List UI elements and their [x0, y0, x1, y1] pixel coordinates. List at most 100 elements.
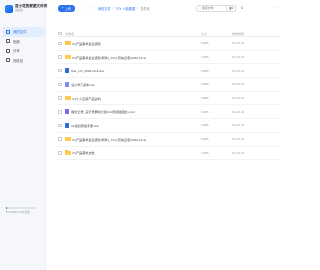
table-row[interactable]: 01产品需求文档 10KB 01-03 16: [58, 147, 280, 161]
table-row[interactable]: 01产品需求会议通知(附件)_XX人员信息表(2016.10.1) 10KB 0…: [58, 51, 280, 65]
sidebar-item-label: 回收站: [13, 58, 24, 63]
file-date: 01-03 16: [232, 96, 245, 101]
zip-icon: [65, 81, 70, 87]
file-size: 10KB: [201, 96, 209, 101]
upload-button[interactable]: + 上传: [58, 5, 75, 12]
column-header-name[interactable]: 文件名: [65, 32, 201, 36]
file-date: 01-03 16: [232, 55, 245, 60]
sidebar-item-label: 相册: [13, 39, 20, 44]
sidebar: 百小花的家庭文件夹 家庭版 我的文件 相册 分享 回收站 52.64GB/2.2…: [0, 0, 47, 270]
table-row[interactable]: 01个人应用产品资料 10KB 01-03 16: [58, 92, 280, 106]
file-date: 01-03 16: [232, 123, 245, 128]
sort-button[interactable]: ⇅: [239, 5, 245, 12]
folder-icon: [65, 95, 71, 101]
file-name[interactable]: 01产品需求会议通知(附件)_XX人员信息表(2016.10.1): [73, 55, 147, 60]
brand: 百小花的家庭文件夹 家庭版: [5, 5, 47, 13]
storage-fill: [6, 207, 7, 209]
file-date: 01-03 16: [232, 82, 245, 87]
file-date: 01-03 16: [232, 150, 245, 155]
folder-icon: [65, 150, 71, 155]
file-size: 10KB: [201, 123, 209, 128]
file-date: 01-03 16: [232, 137, 245, 142]
upload-label: 上传: [64, 6, 72, 11]
word-doc-icon: [65, 122, 70, 129]
brand-logo: [5, 5, 13, 13]
row-checkbox[interactable]: [58, 68, 62, 73]
sidebar-item-label: 我的文件: [13, 30, 27, 35]
file-name[interactable]: 01个人应用产品资料: [73, 96, 101, 101]
breadcrumb: ‹ › 我的文件 / 7XY 人脸数据 / 文件夹: [86, 6, 150, 11]
table-row[interactable]: 01产品需求会议通知 10KB 01-03 16: [58, 37, 280, 51]
file-size: 10KB: [201, 82, 209, 87]
row-checkbox[interactable]: [58, 151, 62, 155]
breadcrumb-item-parent[interactable]: 7XY 人脸数据: [116, 6, 136, 11]
breadcrumb-separator: /: [137, 6, 139, 10]
file-size: 10KB: [201, 137, 209, 142]
sidebar-item-my-files[interactable]: 我的文件: [2, 27, 44, 37]
table-row[interactable]: Kite_UX_2019-10-8.doc 10KB 01-03 16: [58, 64, 280, 79]
view-toggle-button[interactable]: ▦ ▾: [226, 5, 236, 12]
file-date: 01-03 16: [232, 68, 245, 73]
file-size: 10KB: [201, 68, 209, 73]
breadcrumb-item-current: 文件夹: [140, 7, 150, 11]
folder-icon: [6, 29, 10, 34]
file-date: 01-03 16: [232, 41, 245, 46]
file-size: 10KB: [201, 55, 209, 60]
file-name[interactable]: 模仿记录_演示录屏和分镜4×1周经验图文.mp4: [71, 109, 134, 114]
share-icon: [6, 48, 10, 53]
storage-text: 52.64GB/2.2TB 容量: [6, 211, 30, 214]
video-icon: [65, 109, 70, 115]
row-checkbox[interactable]: [58, 96, 62, 100]
row-checkbox[interactable]: [58, 123, 62, 128]
chevron-down-icon: ▾: [231, 6, 234, 11]
file-name[interactable]: 01产品需求会议通知: [73, 41, 101, 46]
word-doc-icon: [65, 68, 70, 74]
row-checkbox[interactable]: [58, 110, 62, 114]
storage-bar: [6, 207, 36, 209]
row-checkbox[interactable]: [58, 137, 62, 141]
more-button[interactable]: ⋯: [272, 5, 278, 12]
sidebar-item-share[interactable]: 分享: [2, 46, 44, 56]
search-input[interactable]: [201, 6, 228, 11]
folder-icon: [65, 54, 71, 60]
row-checkbox[interactable]: [58, 41, 62, 46]
forward-arrow-icon[interactable]: ›: [92, 6, 96, 10]
file-size: 10KB: [201, 109, 209, 114]
file-size: 10KB: [201, 150, 209, 155]
trash-icon: [6, 58, 10, 63]
sidebar-item-label: 分享: [13, 49, 20, 54]
file-manager-app: 百小花的家庭文件夹 家庭版 我的文件 相册 分享 回收站 52.64GB/2.2…: [0, 0, 280, 270]
select-all-checkbox[interactable]: [58, 31, 62, 36]
file-name[interactable]: 01组织研发手册.doc: [71, 123, 99, 128]
sidebar-nav: 我的文件 相册 分享 回收站: [2, 27, 44, 65]
column-header-size[interactable]: 大小: [201, 32, 232, 36]
plus-icon: +: [61, 6, 64, 11]
table-row[interactable]: 模仿记录_演示录屏和分镜4×1周经验图文.mp4 10KB 01-03 16: [58, 105, 280, 120]
row-checkbox[interactable]: [58, 55, 62, 59]
row-checkbox[interactable]: [58, 82, 62, 87]
sidebar-item-photos[interactable]: 相册: [2, 37, 44, 47]
file-name[interactable]: 01产品需求文档: [73, 150, 95, 155]
file-date: 01-03 16: [232, 109, 245, 114]
more-icon: ⋯: [273, 6, 277, 11]
column-header-date[interactable]: 修改时间: [232, 32, 280, 36]
table-row[interactable]: 01产品需求会议通知(附件)_XX人员信息表(2016.10.1) 10KB 0…: [58, 133, 280, 147]
storage-indicator: 52.64GB/2.2TB 容量: [6, 207, 40, 214]
file-name[interactable]: 01产品需求会议通知(附件)_XX人员信息表(2016.10.1): [73, 137, 147, 142]
table-row[interactable]: 设计学习资料.zip 10KB 01-03 16: [58, 78, 280, 92]
toolbar: + 上传 ‹ › 我的文件 / 7XY 人脸数据 / 文件夹 ⌕ ▦ ▾ ⇅ ⋯: [46, 0, 280, 14]
file-name[interactable]: 设计学习资料.zip: [71, 82, 94, 87]
sidebar-item-trash[interactable]: 回收站: [2, 56, 44, 66]
breadcrumb-separator: /: [112, 6, 114, 10]
table-row[interactable]: 01组织研发手册.doc 10KB 01-03 16: [58, 119, 280, 133]
folder-icon: [65, 136, 71, 142]
file-table: 文件名 大小 修改时间 01产品需求会议通知 10KB 01-03 16 01产…: [58, 31, 280, 161]
file-name[interactable]: Kite_UX_2019-10-8.doc: [71, 69, 104, 73]
back-arrow-icon[interactable]: ‹: [86, 6, 90, 10]
folder-icon: [65, 40, 71, 46]
photo-icon: [6, 39, 10, 44]
sort-icon: ⇅: [240, 6, 244, 11]
brand-subtitle: 家庭版: [15, 9, 23, 12]
file-size: 10KB: [201, 41, 209, 46]
breadcrumb-item-root[interactable]: 我的文件: [98, 6, 111, 11]
